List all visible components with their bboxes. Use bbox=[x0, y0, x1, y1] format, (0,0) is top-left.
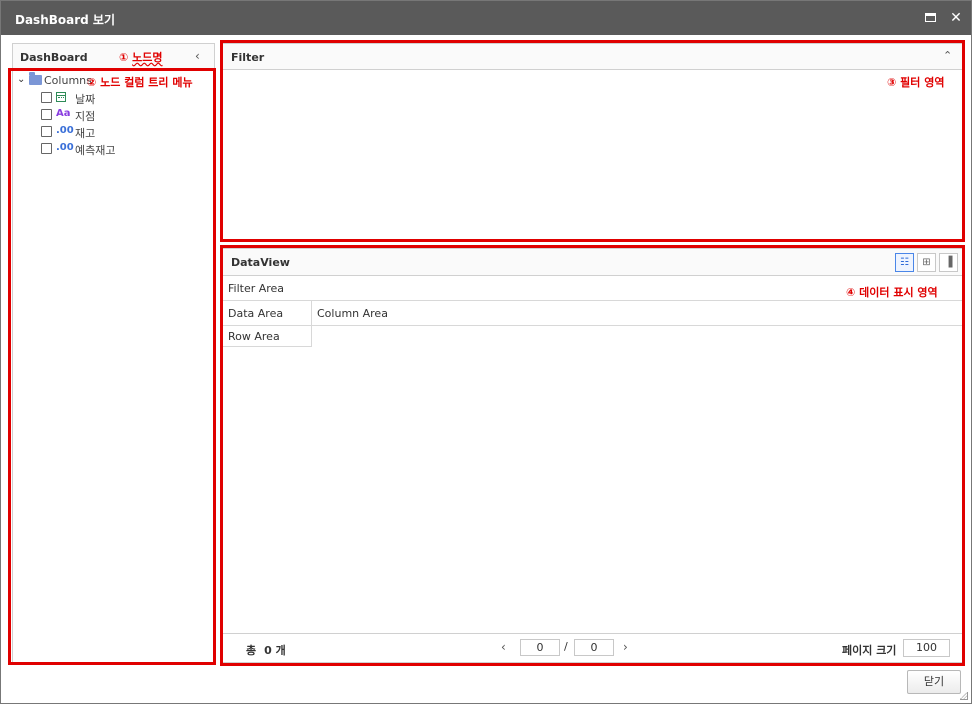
tree-item-label: 재고 bbox=[75, 127, 96, 140]
annotation-tree-menu: ② 노드 컬럼 트리 메뉴 bbox=[87, 76, 193, 89]
next-page-icon[interactable]: › bbox=[623, 640, 628, 654]
column-area-label: Column Area bbox=[317, 307, 388, 320]
annotation-node-name: ① 노드명 bbox=[119, 49, 163, 65]
total-value: 0 개 bbox=[264, 644, 286, 657]
resize-grip-icon[interactable] bbox=[959, 691, 969, 701]
text-type-icon: Aa bbox=[56, 108, 71, 119]
dataview-header: DataView ☷ ⊞ ▐ bbox=[223, 249, 962, 276]
calendar-icon bbox=[56, 91, 66, 104]
pivot-data-area[interactable]: Data Area bbox=[223, 301, 312, 326]
annotation-data-area: ④ 데이터 표시 영역 bbox=[846, 286, 938, 299]
annotation-text: 노드명 bbox=[132, 51, 163, 64]
chart-view-icon[interactable]: ▐ bbox=[939, 253, 958, 272]
dataview-panel: DataView ☷ ⊞ ▐ Filter Area Data Area Col… bbox=[222, 248, 963, 663]
total-count: 총 0 개 bbox=[246, 642, 286, 658]
maximize-icon[interactable] bbox=[921, 9, 939, 27]
collapse-filter-chevron-icon[interactable]: ⌃ bbox=[943, 49, 952, 62]
number-type-icon: .00 bbox=[56, 125, 74, 136]
tree-item-label: 날짜 bbox=[75, 93, 96, 106]
row-area-label: Row Area bbox=[228, 330, 280, 343]
node-tree-title: DashBoard bbox=[20, 51, 88, 64]
tree-root-label: Columns bbox=[44, 74, 92, 87]
dashboard-view-window: DashBoard 보기 ✕ DashBoard ‹ ⌄ Columns 날짜 … bbox=[0, 0, 972, 704]
tree-item-checkbox[interactable] bbox=[41, 143, 52, 154]
tree-item-label: 지점 bbox=[75, 110, 96, 123]
dataview-title: DataView bbox=[231, 256, 290, 269]
page-separator: / bbox=[564, 640, 568, 653]
total-pages-field: 0 bbox=[574, 639, 614, 656]
close-button[interactable]: 닫기 bbox=[907, 670, 961, 694]
pivot-view-icon[interactable]: ☷ bbox=[895, 253, 914, 272]
page-size-label: 페이지 크기 bbox=[842, 644, 897, 657]
page-size-input[interactable]: 100 bbox=[903, 639, 950, 657]
pivot-column-area[interactable]: Column Area bbox=[312, 301, 962, 326]
node-tree-panel: DashBoard ‹ ⌄ Columns 날짜 Aa 지점 .00 재고 .0… bbox=[12, 43, 215, 664]
filter-header: Filter ⌃ bbox=[223, 44, 962, 70]
collapse-left-chevron-icon[interactable]: ‹ bbox=[195, 49, 200, 63]
expand-arrow-icon[interactable]: ⌄ bbox=[17, 74, 25, 85]
pagination-bar: 총 0 개 ‹ 0 / 0 › 페이지 크기 100 bbox=[223, 633, 962, 662]
folder-icon bbox=[29, 72, 42, 85]
node-tree-header: DashBoard ‹ bbox=[13, 44, 214, 70]
annotation-number: ① bbox=[119, 51, 129, 64]
window-title: DashBoard 보기 bbox=[15, 13, 115, 27]
tree-item-label: 예측재고 bbox=[75, 144, 116, 157]
filter-panel: Filter ⌃ bbox=[222, 43, 963, 240]
pivot-row-area[interactable]: Row Area bbox=[223, 326, 312, 347]
tree-item-checkbox[interactable] bbox=[41, 109, 52, 120]
window-titlebar[interactable]: DashBoard 보기 ✕ bbox=[1, 1, 971, 35]
total-label: 총 bbox=[246, 644, 257, 657]
filter-area-label: Filter Area bbox=[228, 282, 285, 295]
current-page-input[interactable]: 0 bbox=[520, 639, 560, 656]
number-type-icon: .00 bbox=[56, 142, 74, 153]
annotation-filter-area: ③ 필터 영역 bbox=[887, 76, 945, 89]
data-area-label: Data Area bbox=[228, 307, 284, 320]
close-icon[interactable]: ✕ bbox=[947, 9, 965, 27]
table-view-icon[interactable]: ⊞ bbox=[917, 253, 936, 272]
tree-item-checkbox[interactable] bbox=[41, 92, 52, 103]
tree-item-checkbox[interactable] bbox=[41, 126, 52, 137]
filter-title: Filter bbox=[231, 51, 265, 64]
prev-page-icon[interactable]: ‹ bbox=[501, 640, 506, 654]
